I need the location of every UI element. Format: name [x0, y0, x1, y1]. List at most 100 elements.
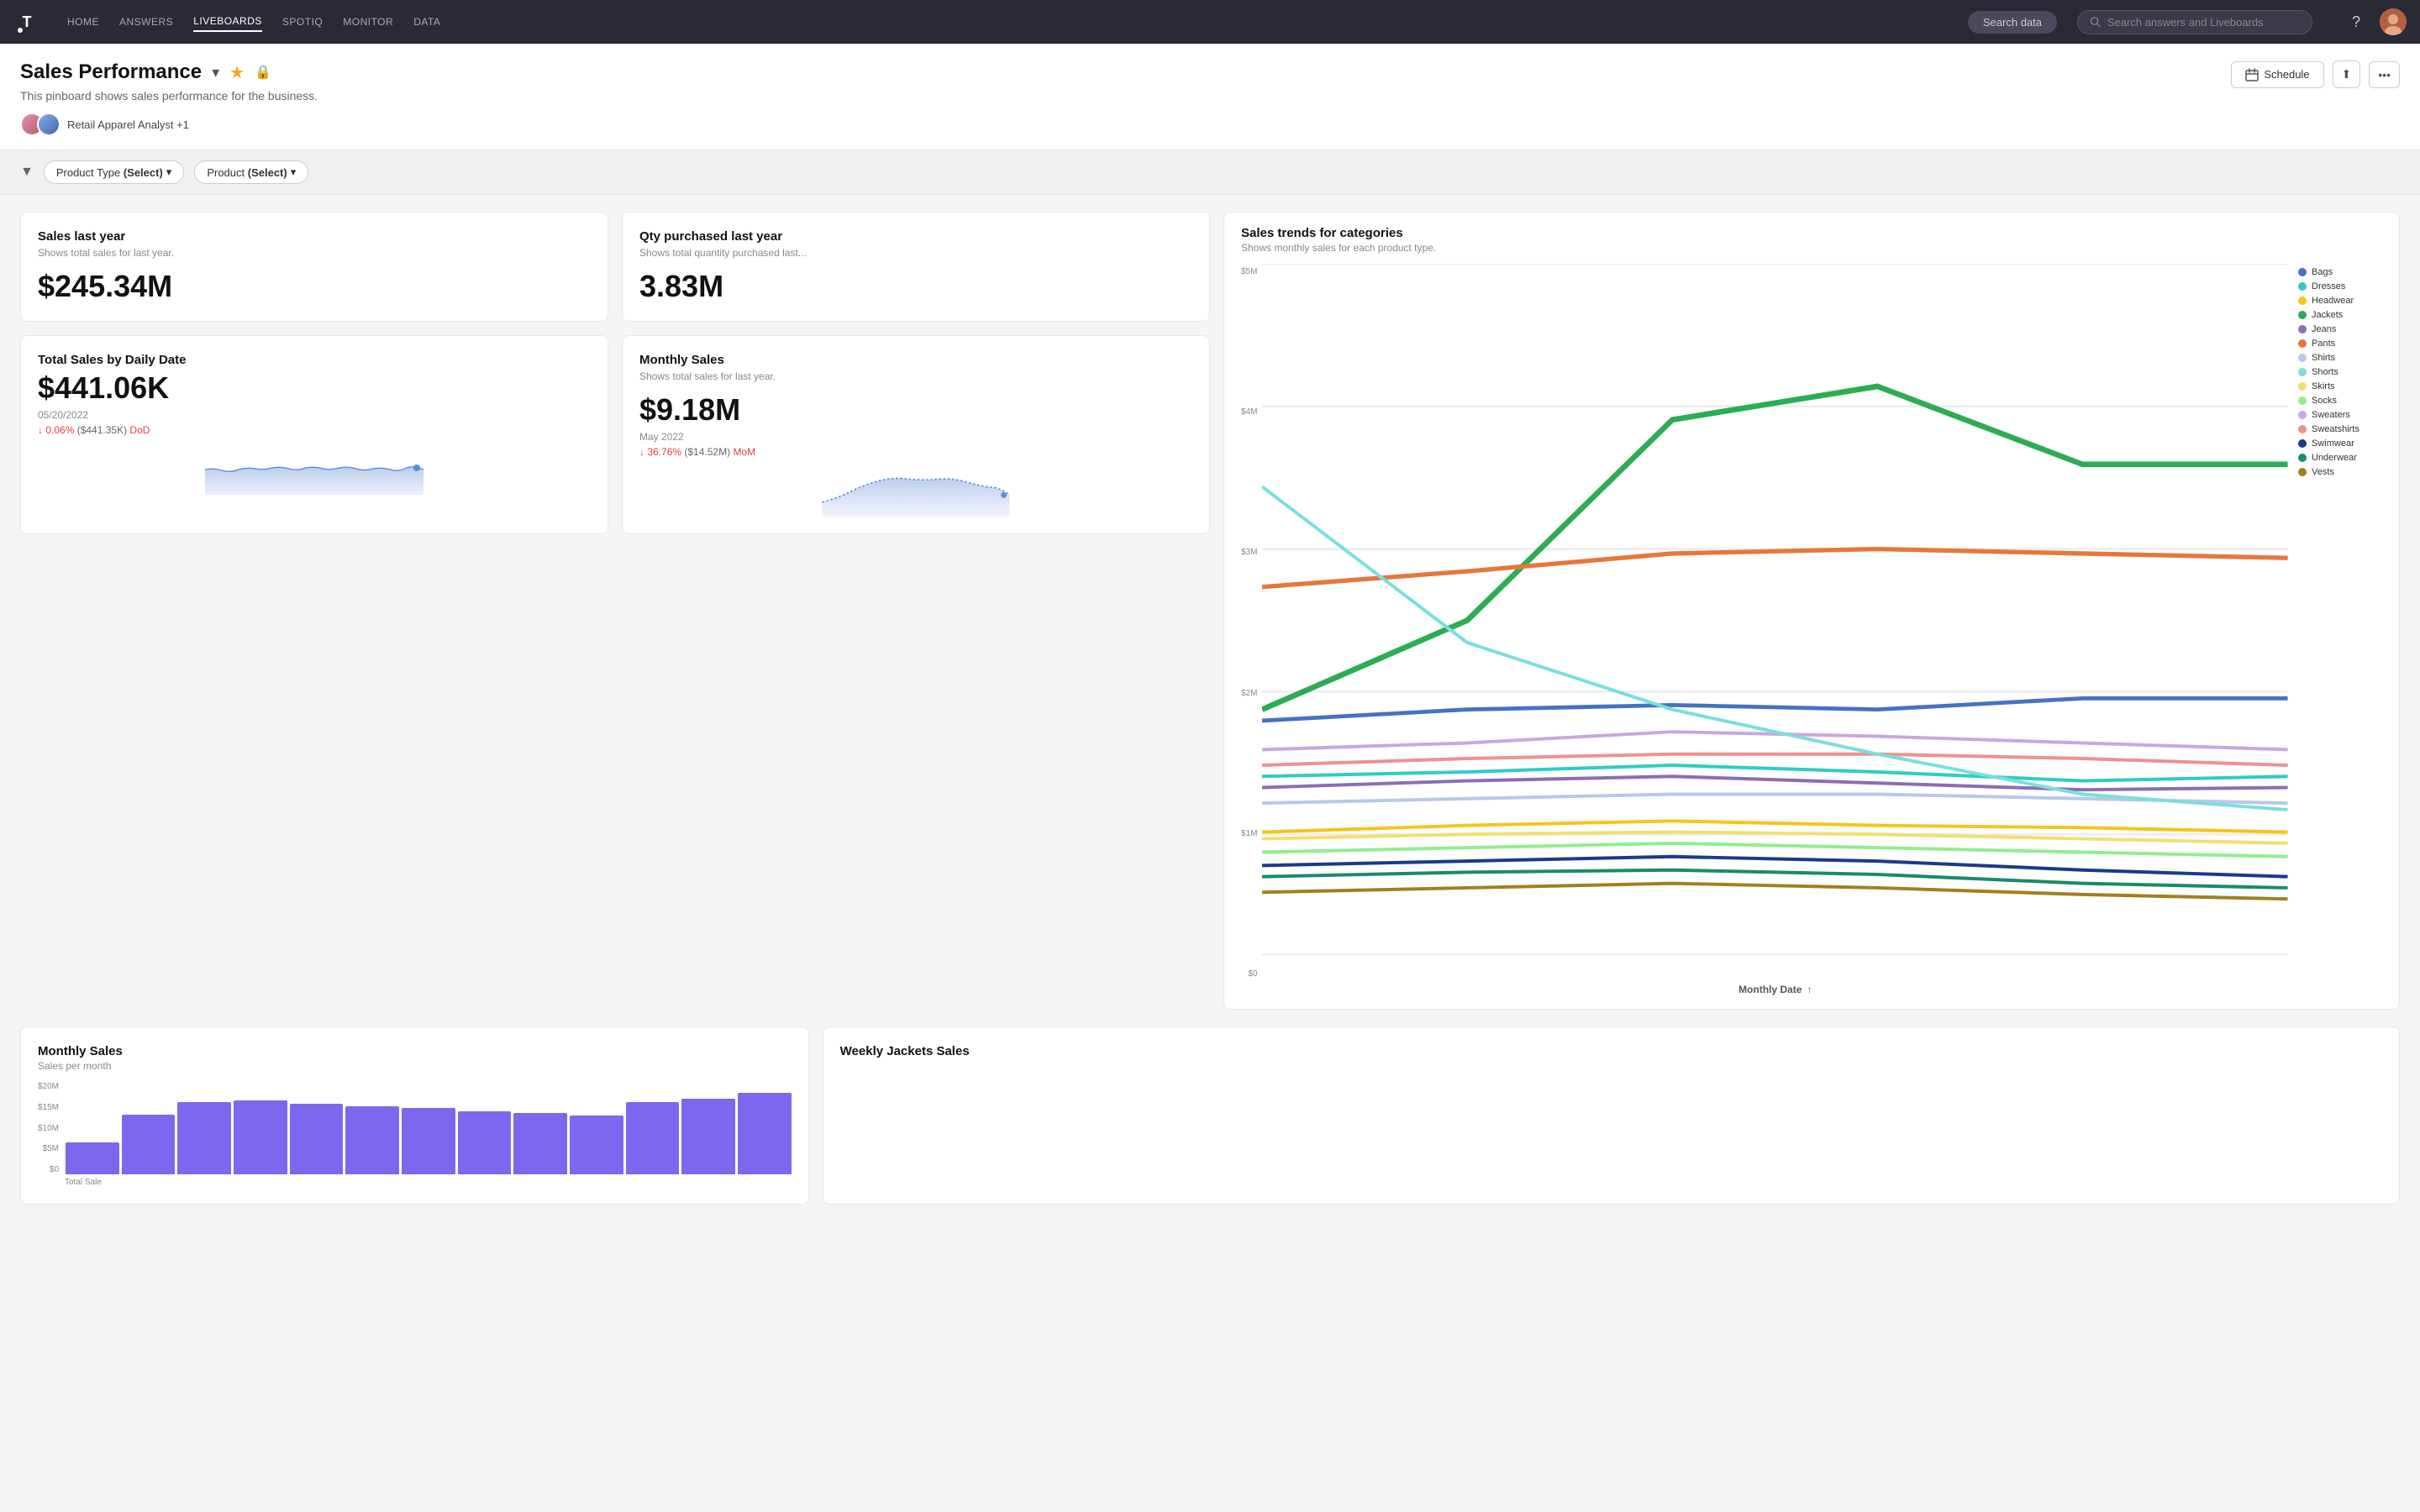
chart-area: $5M $4M $3M $2M $1M $0 — [1241, 264, 2382, 995]
svg-text:T: T — [23, 13, 32, 30]
sales-last-year-value: $245.34M — [38, 269, 591, 304]
legend-label-pants: Pants — [2312, 339, 2335, 349]
monthly-change-amt: ($14.52M) — [684, 446, 733, 458]
legend-label-jeans: Jeans — [2312, 324, 2336, 334]
qty-purchased-desc: Shows total quantity purchased last... — [639, 247, 1192, 259]
avatar-group — [20, 113, 60, 136]
monthly-sales-change: ↓ 36.76% ($14.52M) MoM — [639, 446, 1192, 458]
header-left: Sales Performance ▾ ★ 🔒 This pinboard sh… — [20, 60, 318, 136]
product-type-label: Product Type (Select) — [56, 166, 163, 179]
favorite-icon[interactable]: ★ — [229, 62, 245, 83]
sales-last-year-desc: Shows total sales for last year. — [38, 247, 591, 259]
monthly-change-label: MoM — [733, 446, 755, 458]
product-label: Product (Select) — [207, 166, 287, 179]
monthly-sales-card: Monthly Sales Shows total sales for last… — [622, 335, 1210, 534]
legend-dot-sweaters — [2298, 411, 2307, 419]
nav-liveboards[interactable]: LIVEBOARDS — [193, 12, 262, 32]
legend-label-sweaters: Sweaters — [2312, 410, 2350, 420]
legend-swimwear: Swimwear — [2298, 438, 2382, 449]
legend-bags: Bags — [2298, 267, 2382, 277]
title-dropdown-icon[interactable]: ▾ — [212, 64, 219, 81]
svg-text:Jan: Jan — [1860, 974, 1896, 977]
nav-monitor[interactable]: MONITOR — [343, 13, 393, 31]
daily-sales-value: $441.06K — [38, 370, 591, 406]
nav-icons: ? — [2343, 8, 2407, 35]
page-title: Sales Performance — [20, 60, 202, 84]
daily-mini-chart — [38, 444, 591, 495]
legend-shorts: Shorts — [2298, 367, 2382, 377]
line-chart-desc: Shows monthly sales for each product typ… — [1241, 242, 2382, 254]
svg-text:Oct: Oct — [1262, 974, 1280, 977]
bar-4 — [234, 1100, 287, 1174]
legend-label-jackets: Jackets — [2312, 310, 2343, 320]
monthly-sales-title: Monthly Sales — [639, 353, 1192, 367]
export-button[interactable]: ⬆ — [2333, 60, 2361, 88]
legend-dot-swimwear — [2298, 439, 2307, 448]
chart-svg-container: Oct 2021 Nov 2021 Dec 2021 Jan 2022 Feb … — [1262, 264, 2288, 995]
schedule-button[interactable]: Schedule — [2231, 61, 2323, 88]
bar-12 — [681, 1099, 735, 1174]
lock-icon[interactable]: 🔒 — [255, 64, 271, 81]
bar-chart-title: Monthly Sales — [38, 1044, 792, 1058]
sales-trends-card: Sales trends for categories Shows monthl… — [1223, 212, 2400, 1010]
qty-purchased-value: 3.83M — [639, 269, 1192, 304]
nav-answers[interactable]: ANSWERS — [119, 13, 173, 31]
daily-change-pct: ↓ 0.06% — [38, 424, 74, 436]
search-data-button[interactable]: Search data — [1968, 11, 2057, 34]
legend-socks: Socks — [2298, 396, 2382, 406]
bar-2 — [122, 1115, 176, 1175]
legend-jackets: Jackets — [2298, 310, 2382, 320]
legend-dot-shirts — [2298, 354, 2307, 362]
product-filter[interactable]: Product (Select) ▾ — [194, 160, 308, 184]
line-chart-title: Sales trends for categories — [1241, 226, 2382, 240]
bar-y-0: $0 — [38, 1165, 59, 1174]
sort-icon[interactable]: ↑ — [1807, 984, 1812, 995]
product-type-filter[interactable]: Product Type (Select) ▾ — [44, 160, 184, 184]
monthly-area-chart — [639, 466, 1192, 517]
legend-label-skirts: Skirts — [2312, 381, 2335, 391]
bottom-section: Monthly Sales Sales per month $20M $15M … — [0, 1026, 2420, 1221]
sales-last-year-card: Sales last year Shows total sales for la… — [20, 212, 608, 322]
legend-dot-sweatshirts — [2298, 425, 2307, 433]
logo[interactable]: T — [13, 8, 40, 35]
filter-icon: ▼ — [20, 165, 34, 180]
bars-container — [66, 1082, 792, 1174]
nav-data[interactable]: DATA — [413, 13, 440, 31]
y-label-3m: $3M — [1241, 548, 1257, 557]
chart-legend: Bags Dresses Headwear Jackets Jeans — [2298, 264, 2382, 995]
product-chevron: ▾ — [291, 165, 297, 179]
svg-text:Mar: Mar — [2269, 974, 2288, 977]
y-label-4m: $4M — [1241, 407, 1257, 417]
bar-3 — [177, 1102, 231, 1174]
page-header: Sales Performance ▾ ★ 🔒 This pinboard sh… — [0, 44, 2420, 150]
calendar-icon — [2245, 68, 2259, 81]
legend-pants: Pants — [2298, 339, 2382, 349]
legend-label-shorts: Shorts — [2312, 367, 2338, 377]
weekly-jackets-card: Weekly Jackets Sales — [823, 1026, 2400, 1205]
bar-11 — [626, 1102, 680, 1174]
filters-bar: ▼ Product Type (Select) ▾ Product (Selec… — [0, 150, 2420, 195]
user-avatar[interactable] — [2380, 8, 2407, 35]
legend-dot-dresses — [2298, 282, 2307, 291]
nav-spotiq[interactable]: SPOTIQ — [282, 13, 323, 31]
y-axis: $5M $4M $3M $2M $1M $0 — [1241, 264, 1262, 995]
legend-sweaters: Sweaters — [2298, 410, 2382, 420]
legend-sweatshirts: Sweatshirts — [2298, 424, 2382, 434]
legend-label-swimwear: Swimwear — [2312, 438, 2354, 449]
legend-label-shirts: Shirts — [2312, 353, 2335, 363]
legend-dot-skirts — [2298, 382, 2307, 391]
legend-label-headwear: Headwear — [2312, 296, 2354, 306]
bar-13 — [738, 1093, 792, 1174]
legend-dot-bags — [2298, 268, 2307, 276]
nav-home[interactable]: HOME — [67, 13, 99, 31]
title-row: Sales Performance ▾ ★ 🔒 — [20, 60, 318, 84]
bar-5 — [290, 1104, 344, 1174]
header-top: Sales Performance ▾ ★ 🔒 This pinboard sh… — [20, 60, 2400, 136]
global-search-input[interactable] — [2107, 16, 2300, 29]
legend-dot-vests — [2298, 468, 2307, 476]
more-options-button[interactable]: ••• — [2369, 61, 2400, 88]
y-label-0: $0 — [1241, 969, 1257, 979]
help-button[interactable]: ? — [2343, 8, 2370, 35]
page-description: This pinboard shows sales performance fo… — [20, 89, 318, 102]
monthly-mini-chart — [639, 466, 1192, 517]
